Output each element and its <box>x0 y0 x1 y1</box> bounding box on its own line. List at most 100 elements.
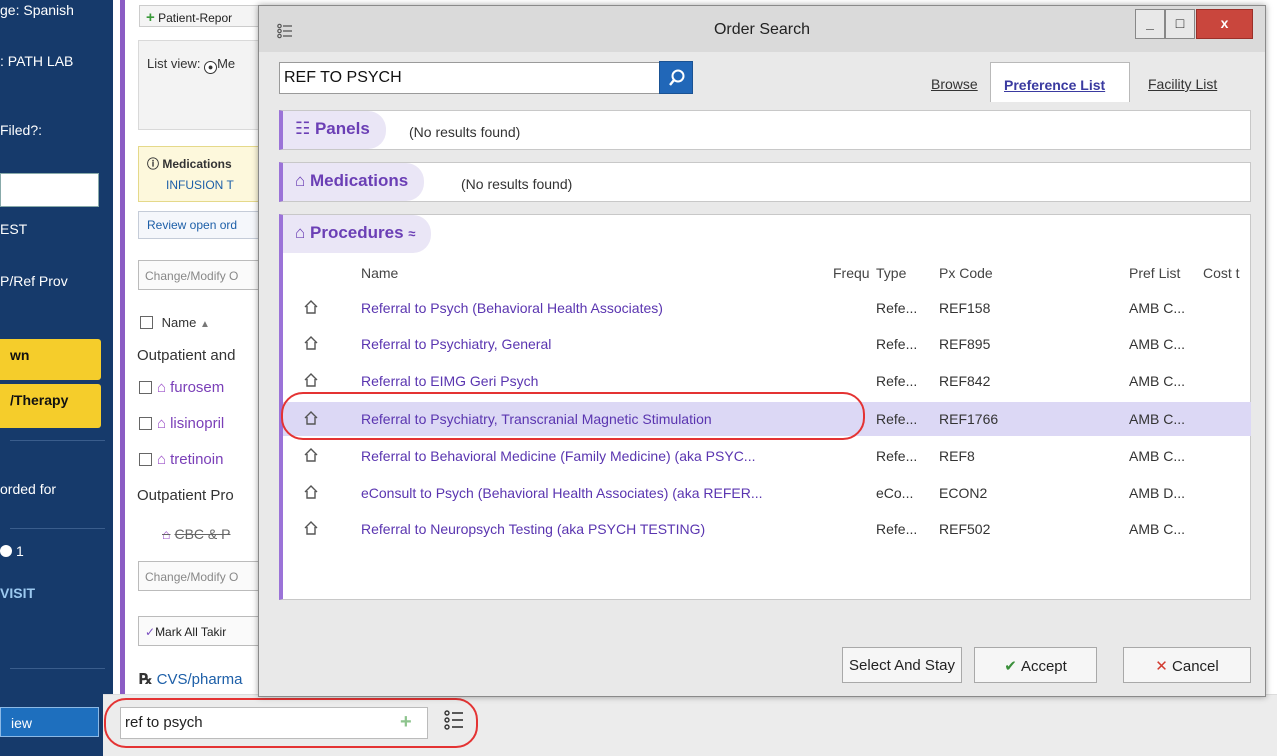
accept-button[interactable]: ✔ Accept <box>974 647 1097 683</box>
change-modify-button[interactable]: Change/Modify O <box>138 260 263 290</box>
sidebar-item-visit[interactable]: VISIT <box>0 585 113 601</box>
table-row-selected[interactable]: Referral to Psychiatry, Transcranial Mag… <box>283 402 1251 436</box>
column-header-frequency[interactable]: Frequ <box>833 265 871 281</box>
procedure-name[interactable]: Referral to Neuropsych Testing (aka PSYC… <box>361 521 831 537</box>
procedure-code: REF502 <box>939 521 991 537</box>
clock-icon <box>0 545 12 557</box>
med-link[interactable]: furosem <box>170 379 224 396</box>
sidebar-item-recorded: orded for <box>0 481 57 497</box>
order-search-input[interactable]: REF TO PSYCH <box>279 62 661 94</box>
info-icon: ⓘ <box>147 157 163 171</box>
quick-add-plus-icon[interactable]: + <box>400 711 412 734</box>
home-med-icon: ⌂ <box>157 415 167 432</box>
collapse-chevron-icon[interactable]: ≈ <box>408 226 415 241</box>
procedure-pref-list: AMB D... <box>1129 485 1186 501</box>
sidebar-item-ref-prov[interactable]: P/Ref Prov <box>0 273 113 289</box>
select-all-checkbox[interactable] <box>140 316 153 329</box>
med-checkbox[interactable] <box>139 381 152 394</box>
column-header-px-code[interactable]: Px Code <box>939 265 993 281</box>
sidebar-item-language: ge: Spanish <box>0 2 74 18</box>
tab-browse[interactable]: Browse <box>931 76 978 92</box>
procedure-type: Refe... <box>876 336 918 352</box>
plus-icon: + <box>146 9 155 26</box>
sidebar-input[interactable] <box>0 173 99 207</box>
table-row[interactable]: Referral to Neuropsych Testing (aka PSYC… <box>283 512 1251 546</box>
change-modify-button-2[interactable]: Change/Modify O <box>138 561 263 591</box>
home-icon <box>304 448 318 462</box>
panels-header[interactable]: ☷ Panels <box>283 111 386 149</box>
sidebar-item-filed: Filed?: <box>0 122 43 138</box>
med-item[interactable]: ⌂ furosem <box>139 379 260 396</box>
medications-section: ⌂ Medications (No results found) <box>279 162 1251 202</box>
sidebar-badge-down[interactable]: wn <box>0 339 101 380</box>
sidebar-badge-therapy[interactable]: /Therapy <box>0 384 101 428</box>
review-open-orders-link[interactable]: Review open ord <box>147 218 259 232</box>
patient-reported-tag[interactable]: + Patient-Repor <box>139 5 264 27</box>
table-row[interactable]: Referral to Psychiatry, General Refe... … <box>283 327 1251 361</box>
search-button[interactable] <box>659 61 693 94</box>
mark-all-taking-button[interactable]: ✓Mark All Takir <box>138 616 263 646</box>
medications-no-results: (No results found) <box>461 176 573 192</box>
med-link[interactable]: tretinoin <box>170 451 223 468</box>
sidebar-view-button[interactable]: iew <box>0 707 99 737</box>
tab-facility-list[interactable]: Facility List <box>1148 76 1217 92</box>
sidebar-item-est: EST <box>0 221 28 237</box>
procedure-code: REF895 <box>939 336 991 352</box>
dialog-titlebar[interactable]: Order Search _ □ x <box>259 6 1265 52</box>
med-item[interactable]: ⌂ lisinopril <box>139 415 260 432</box>
table-row[interactable]: eConsult to Psych (Behavioral Health Ass… <box>283 476 1251 510</box>
column-header-name[interactable]: Name <box>361 265 398 281</box>
home-proc-icon: ⌂ <box>162 526 171 542</box>
activity-accent-bar <box>120 0 125 700</box>
maximize-button[interactable]: □ <box>1165 9 1195 39</box>
table-row[interactable]: Referral to Psych (Behavioral Health Ass… <box>283 291 1251 325</box>
table-row[interactable]: Referral to Behavioral Medicine (Family … <box>283 439 1251 473</box>
dialog-title: Order Search <box>713 21 811 38</box>
checkmark-icon: ✔ <box>1004 658 1021 675</box>
procedure-pref-list: AMB C... <box>1129 521 1186 537</box>
column-header-cost[interactable]: Cost t <box>1203 265 1249 281</box>
list-view-option: Me <box>217 56 236 71</box>
procedure-name[interactable]: Referral to Psychiatry, Transcranial Mag… <box>361 411 831 427</box>
name-column-header[interactable]: Name ▲ <box>140 315 260 330</box>
home-med-icon: ⌂ <box>157 451 167 468</box>
proc-item[interactable]: ⌂ CBC & P <box>162 526 260 542</box>
sort-asc-icon: ▲ <box>199 319 210 330</box>
radio-selected-icon[interactable]: ● <box>204 61 218 74</box>
quick-order-input[interactable]: ref to psych <box>120 707 428 739</box>
cancel-button[interactable]: ✕ Cancel <box>1123 647 1251 683</box>
procedure-code: REF1766 <box>939 411 999 427</box>
procedure-name[interactable]: Referral to Behavioral Medicine (Family … <box>361 448 831 464</box>
med-item[interactable]: ⌂ tretinoin <box>139 451 260 468</box>
procedure-name[interactable]: Referral to EIMG Geri Psych <box>361 373 831 389</box>
procedure-name[interactable]: Referral to Psych (Behavioral Health Ass… <box>361 300 831 316</box>
column-header-pref-list[interactable]: Pref List <box>1129 265 1180 281</box>
pharmacy-link[interactable]: CVS/pharma <box>157 671 243 688</box>
tag-label: Patient-Repor <box>158 11 233 25</box>
procedure-name[interactable]: Referral to Psychiatry, General <box>361 336 831 352</box>
home-med-icon: ⌂ <box>157 379 167 396</box>
procedures-header[interactable]: ⌂ Procedures ≈ <box>283 215 432 253</box>
select-and-stay-button[interactable]: Select And Stay <box>842 647 962 683</box>
med-link[interactable]: lisinopril <box>170 415 224 432</box>
med-checkbox[interactable] <box>139 453 152 466</box>
list-view-box <box>138 40 263 130</box>
med-checkbox[interactable] <box>139 417 152 430</box>
column-header-type[interactable]: Type <box>876 265 906 281</box>
medications-header[interactable]: ⌂ Medications <box>283 163 425 201</box>
table-row[interactable]: Referral to EIMG Geri Psych Refe... REF8… <box>283 364 1251 398</box>
minimize-button[interactable]: _ <box>1135 9 1165 39</box>
procedure-name[interactable]: eConsult to Psych (Behavioral Health Ass… <box>361 485 831 501</box>
sidebar-item-lab[interactable]: : PATH LAB <box>0 53 113 69</box>
procedure-type: Refe... <box>876 300 918 316</box>
pharmacy-row[interactable]: ℞ CVS/pharma <box>139 670 260 688</box>
procedure-pref-list: AMB C... <box>1129 373 1186 389</box>
medications-notice-link[interactable]: INFUSION T <box>166 178 262 192</box>
sidebar-divider <box>10 528 105 529</box>
procedure-code: ECON2 <box>939 485 988 501</box>
close-button[interactable]: x <box>1196 9 1253 39</box>
list-view-row: List view: ● Me <box>147 56 259 74</box>
tab-preference-list[interactable]: Preference List <box>990 62 1130 102</box>
order-list-icon[interactable] <box>444 709 464 731</box>
list-view-label: List view: <box>147 56 201 71</box>
